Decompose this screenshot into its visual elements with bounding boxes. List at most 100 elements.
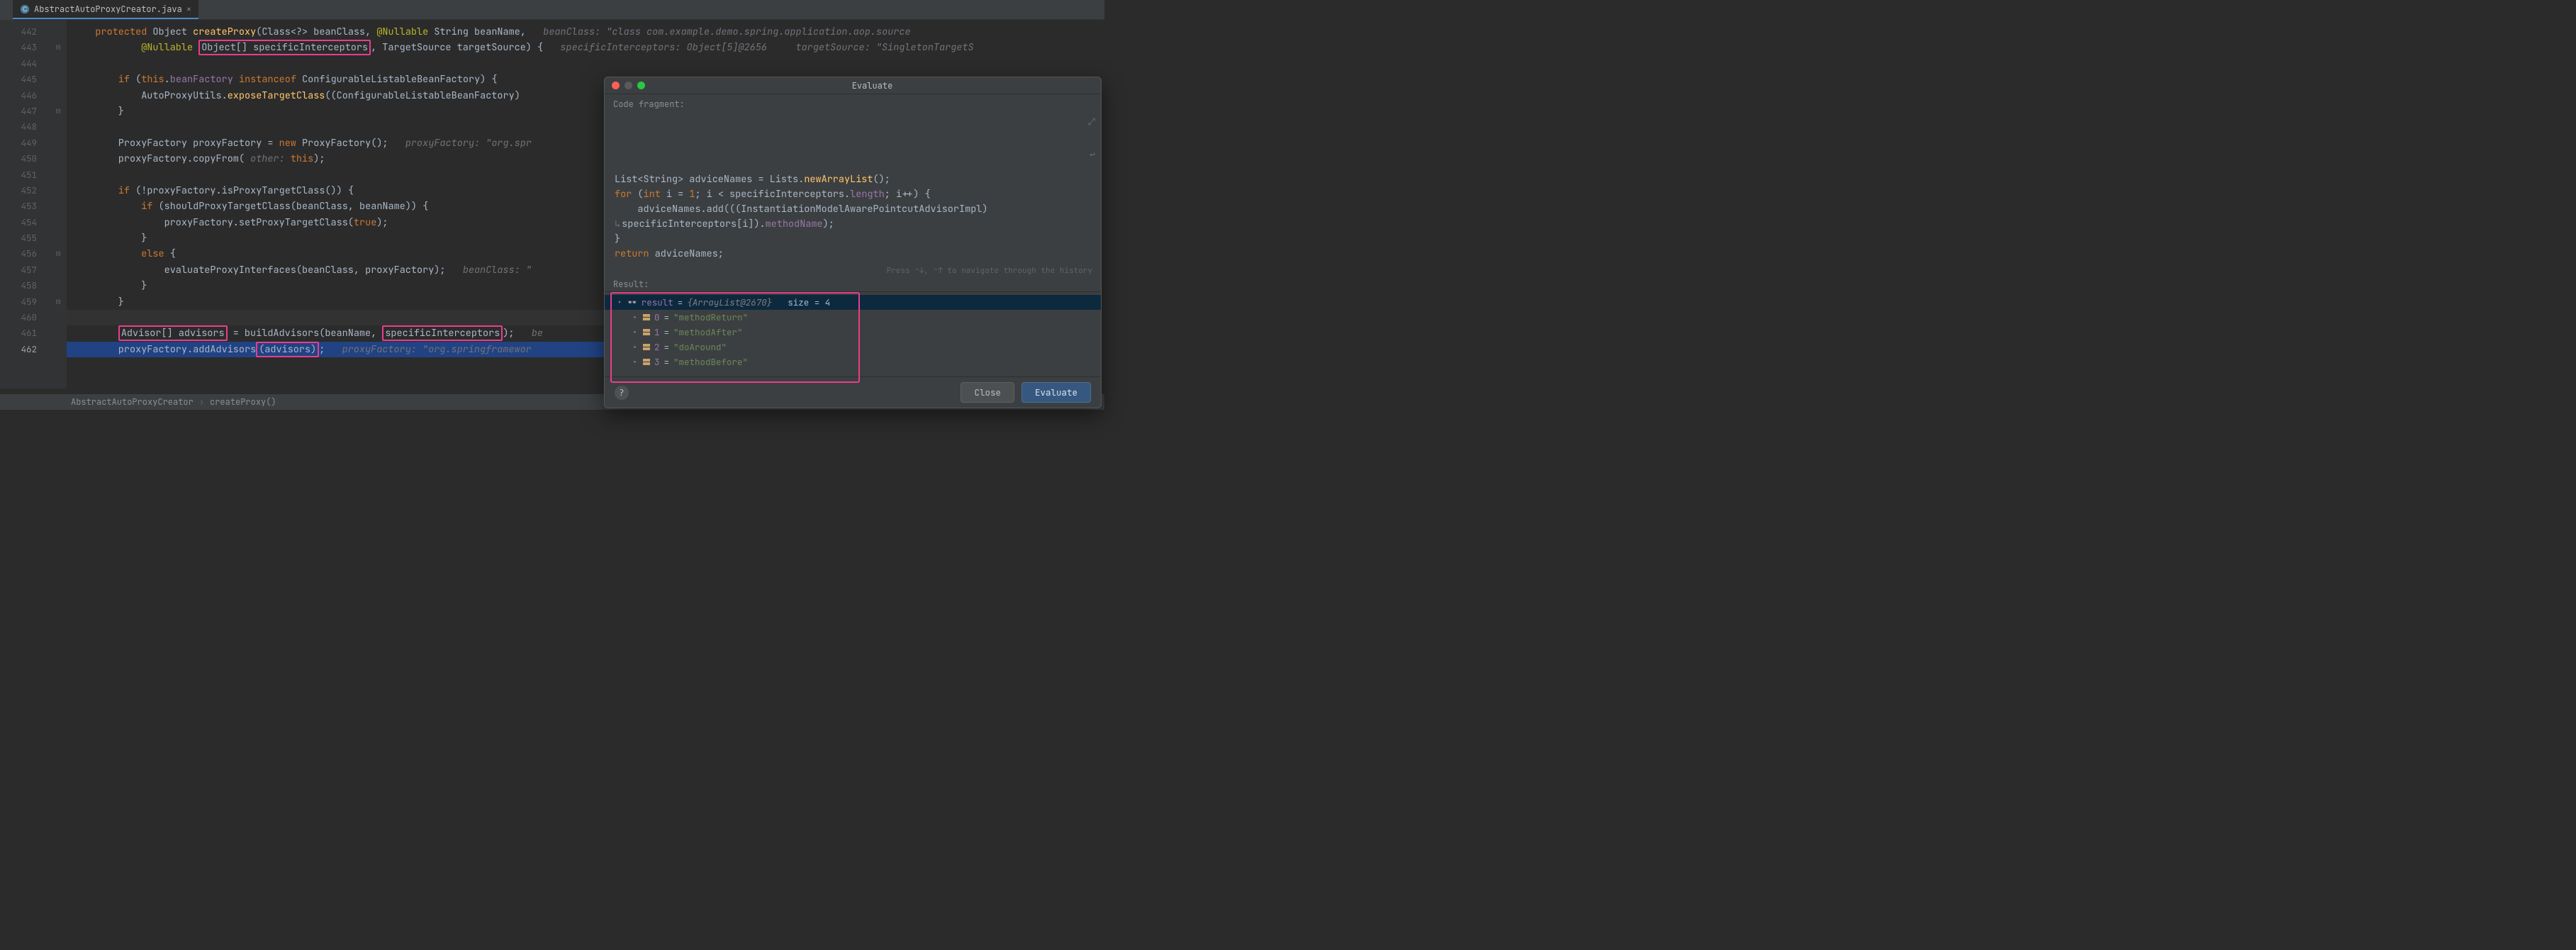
- fold-marker: [50, 262, 67, 278]
- line-number: 447: [0, 104, 50, 119]
- line-number: 457: [0, 262, 50, 278]
- tab-filename: AbstractAutoProxyCreator.java: [34, 4, 182, 15]
- line-number: 442: [0, 24, 50, 40]
- fragment-line[interactable]: return adviceNames;: [615, 247, 1091, 262]
- fragment-line[interactable]: ↳specificInterceptors[i]).methodName);: [615, 217, 1091, 232]
- equals: =: [678, 296, 683, 308]
- result-var-value: {ArrayList@2670}: [687, 296, 772, 308]
- code-fragment-editor[interactable]: ⤢ ↩ List<String> adviceNames = Lists.new…: [605, 111, 1101, 266]
- line-number: 448: [0, 119, 50, 135]
- result-tree[interactable]: ▾ 👓 result = {ArrayList@2670} size = 4 ▸…: [605, 291, 1101, 376]
- dialog-title: Evaluate: [651, 80, 1094, 91]
- line-number: 456: [0, 246, 50, 262]
- result-item-row[interactable]: ▸3 = "methodBefore": [605, 354, 1101, 369]
- result-value: "doAround": [673, 341, 727, 353]
- result-label: Result:: [605, 279, 1101, 291]
- tab-active[interactable]: C AbstractAutoProxyCreator.java ×: [13, 0, 198, 19]
- breadcrumb-class[interactable]: AbstractAutoProxyCreator: [71, 396, 194, 408]
- fragment-line[interactable]: List<String> adviceNames = Lists.newArra…: [615, 172, 1091, 187]
- window-controls: [612, 82, 645, 89]
- evaluate-button[interactable]: Evaluate: [1021, 382, 1091, 403]
- code-line[interactable]: @Nullable Object[] specificInterceptors,…: [67, 40, 974, 55]
- fragment-line[interactable]: }: [615, 232, 1091, 247]
- fold-marker: [50, 88, 67, 104]
- fold-marker: [50, 325, 67, 341]
- fold-marker: [50, 183, 67, 199]
- line-number: 446: [0, 88, 50, 104]
- result-item-row[interactable]: ▸0 = "methodReturn": [605, 310, 1101, 325]
- result-item-row[interactable]: ▸2 = "doAround": [605, 340, 1101, 354]
- fold-marker: [50, 215, 67, 230]
- code-line[interactable]: [67, 56, 974, 72]
- line-number: 452: [0, 183, 50, 199]
- fold-marker: [50, 310, 67, 325]
- line-number: 443: [0, 40, 50, 55]
- minimize-window-icon[interactable]: [625, 82, 632, 89]
- line-number: 450: [0, 151, 50, 167]
- line-number: 461: [0, 325, 50, 341]
- help-icon[interactable]: ?: [615, 386, 629, 400]
- result-idx: 2: [654, 341, 660, 353]
- svg-text:C: C: [23, 6, 27, 13]
- history-hint: Press ⌃↓, ⌃↑ to navigate through the his…: [605, 266, 1101, 279]
- array-element-icon: [643, 359, 650, 365]
- fold-marker: [50, 167, 67, 183]
- code-fragment-label: Code fragment:: [605, 94, 1101, 111]
- evaluate-dialog: Evaluate Code fragment: ⤢ ↩ List<String>…: [604, 77, 1102, 408]
- chevron-right-icon[interactable]: ▸: [632, 328, 639, 337]
- fold-column: ⊟ ⊟ ⊟ ⊟: [50, 20, 67, 389]
- java-class-icon: C: [20, 4, 30, 14]
- dialog-titlebar[interactable]: Evaluate: [605, 77, 1101, 94]
- fold-marker: [50, 151, 67, 167]
- chevron-right-icon: ›: [199, 396, 204, 408]
- dialog-footer: ? Close Evaluate: [605, 376, 1101, 408]
- expand-icon[interactable]: ⤢: [1088, 114, 1095, 129]
- array-element-icon: [643, 314, 650, 320]
- close-window-icon[interactable]: [612, 82, 620, 89]
- line-number: 451: [0, 167, 50, 183]
- chevron-down-icon[interactable]: ▾: [616, 298, 623, 307]
- code-line[interactable]: protected Object createProxy(Class<?> be…: [67, 24, 974, 40]
- line-number: 455: [0, 230, 50, 246]
- maximize-window-icon[interactable]: [637, 82, 645, 89]
- fold-marker[interactable]: ⊟: [50, 104, 67, 119]
- fold-marker: [50, 230, 67, 246]
- close-button[interactable]: Close: [961, 382, 1014, 403]
- result-item-row[interactable]: ▸1 = "methodAfter": [605, 325, 1101, 340]
- fold-marker: [50, 135, 67, 151]
- fold-marker: [50, 119, 67, 135]
- fold-marker: [50, 56, 67, 72]
- fold-marker: [50, 72, 67, 87]
- tab-spacer: [0, 0, 13, 20]
- fold-marker[interactable]: ⊟: [50, 40, 67, 55]
- array-element-icon: [643, 344, 650, 350]
- line-number: 445: [0, 72, 50, 87]
- result-value: "methodBefore": [673, 356, 748, 368]
- soft-wrap-icon[interactable]: ↩: [1090, 147, 1095, 162]
- chevron-right-icon[interactable]: ▸: [632, 357, 639, 367]
- fold-marker[interactable]: ⊟: [50, 294, 67, 310]
- line-number: 454: [0, 215, 50, 230]
- line-number: 459: [0, 294, 50, 310]
- result-var-extra: size = 4: [788, 296, 830, 308]
- line-number: 460: [0, 310, 50, 325]
- result-var-name: result: [642, 296, 673, 308]
- result-root-row[interactable]: ▾ 👓 result = {ArrayList@2670} size = 4: [605, 295, 1101, 310]
- result-value: "methodReturn": [673, 311, 748, 323]
- fold-marker: [50, 278, 67, 294]
- fragment-line[interactable]: for (int i = 1; i < specificInterceptors…: [615, 187, 1091, 202]
- line-number: 453: [0, 199, 50, 214]
- fold-marker[interactable]: ⊟: [50, 246, 67, 262]
- watch-icon: 👓: [627, 298, 637, 308]
- line-number: 462: [0, 342, 50, 357]
- fragment-line[interactable]: adviceNames.add(((InstantiationModelAwar…: [615, 202, 1091, 217]
- close-icon[interactable]: ×: [186, 4, 191, 15]
- breadcrumb-method[interactable]: createProxy(): [210, 396, 276, 408]
- array-element-icon: [643, 329, 650, 335]
- result-idx: 1: [654, 326, 660, 338]
- result-idx: 3: [654, 356, 660, 368]
- chevron-right-icon[interactable]: ▸: [632, 313, 639, 322]
- chevron-right-icon[interactable]: ▸: [632, 342, 639, 352]
- line-number: 449: [0, 135, 50, 151]
- result-idx: 0: [654, 311, 660, 323]
